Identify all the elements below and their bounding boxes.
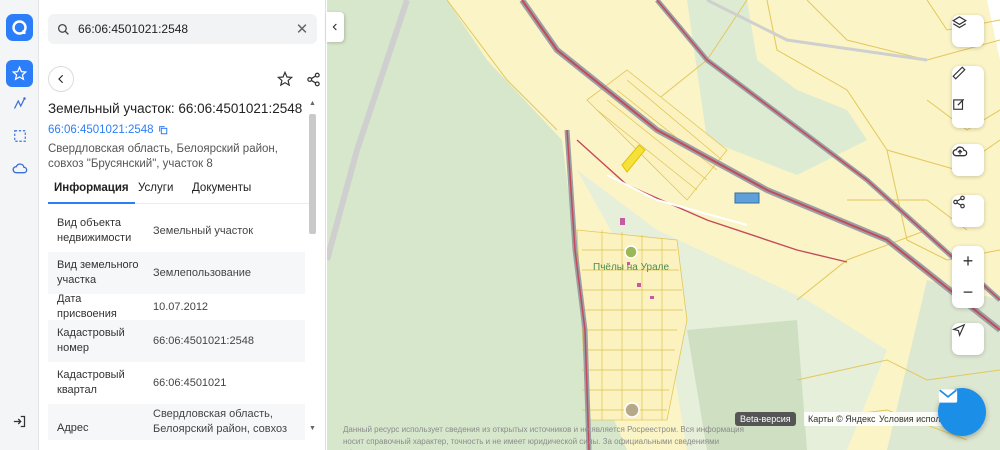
favorite-button[interactable]	[272, 66, 298, 92]
scroll-thumb[interactable]	[309, 114, 316, 234]
feedback-button[interactable]	[938, 388, 986, 436]
layers-button[interactable]	[952, 15, 984, 47]
tab-documents[interactable]: Документы	[186, 180, 257, 204]
app-logo-icon[interactable]	[6, 14, 33, 41]
edit-icon	[953, 98, 965, 110]
zoom-in-button[interactable]: +	[952, 246, 984, 277]
map-share-button[interactable]	[952, 195, 984, 227]
cloud-upload-icon	[952, 146, 968, 157]
selected-parcel	[621, 144, 646, 173]
navigation-arrow-icon	[952, 323, 966, 337]
table-row: Адрес Свердловская область, Белоярский р…	[48, 404, 305, 440]
poi-icon	[624, 402, 640, 418]
share-icon	[306, 72, 320, 86]
tab-services[interactable]: Услуги	[132, 180, 179, 204]
info-table: Вид объекта недвижимости Земельный участ…	[48, 210, 305, 440]
cadastral-number-text: 66:06:4501021:2548	[48, 124, 154, 136]
login-rail-button[interactable]	[6, 408, 33, 435]
mail-icon	[938, 389, 958, 403]
route-icon	[13, 97, 26, 109]
ruler-button[interactable]	[952, 66, 984, 97]
tab-information[interactable]: Информация	[48, 180, 135, 204]
beta-badge: Beta-версия	[735, 412, 796, 426]
cloud-rail-button[interactable]	[6, 154, 33, 181]
app-root: ✕ Земельный участок: 66:06:4501021:2548 …	[0, 0, 1000, 450]
yandex-attribution[interactable]: Карты © Яндекс	[804, 412, 880, 426]
table-row: Кадастровый квартал 66:06:4501021	[57, 369, 227, 396]
panel-header	[48, 66, 320, 92]
edit-button[interactable]	[952, 97, 984, 128]
upload-button[interactable]	[952, 144, 984, 176]
star-icon	[12, 66, 27, 81]
login-icon	[13, 415, 26, 428]
map-disclaimer: Данный ресурс использует сведения из отк…	[343, 425, 744, 450]
info-panel: ✕ Земельный участок: 66:06:4501021:2548 …	[39, 0, 326, 450]
forest-area	[987, 0, 1000, 60]
cadastral-number-link[interactable]: 66:06:4501021:2548	[48, 124, 168, 136]
share-button[interactable]	[300, 66, 326, 92]
left-rail	[0, 0, 39, 450]
table-row: Вид объекта недвижимости Земельный участ…	[57, 217, 254, 244]
cloud-icon	[12, 162, 27, 173]
table-row: Вид земельного участка Землепользование	[48, 252, 305, 294]
zoom-controls: + −	[952, 246, 984, 308]
star-outline-icon	[277, 71, 293, 87]
map-view[interactable]: Пчёлы на Урале + − Данный ресурс использ…	[327, 0, 1000, 450]
select-area-rail-button[interactable]	[6, 122, 33, 149]
route-rail-button[interactable]	[6, 90, 33, 117]
map-place-label: Пчёлы на Урале	[593, 262, 670, 273]
search-box: ✕	[48, 14, 317, 44]
map-canvas	[327, 0, 1000, 450]
measure-tools	[952, 66, 984, 128]
table-row: Кадастровый номер 66:06:4501021:2548	[48, 320, 305, 362]
select-area-icon	[13, 129, 26, 142]
tab-bar: Информация Услуги Документы	[48, 180, 310, 204]
page-title: Земельный участок: 66:06:4501021:2548	[48, 101, 303, 116]
copy-icon[interactable]	[158, 125, 168, 135]
collapse-panel-button[interactable]	[326, 12, 344, 42]
search-input[interactable]	[78, 22, 288, 36]
locate-button[interactable]	[952, 323, 984, 355]
panel-scrollbar[interactable]: ▲ ▼	[307, 100, 318, 436]
parcel-address: Свердловская область, Белоярский район, …	[48, 143, 278, 170]
favorites-rail-button[interactable]	[6, 60, 33, 87]
poi-icon	[624, 245, 638, 259]
search-icon	[48, 23, 78, 36]
table-row: Дата присвоения 10.07.2012	[57, 293, 209, 320]
scroll-up-icon[interactable]: ▲	[307, 100, 318, 111]
layers-icon	[952, 16, 967, 29]
scroll-down-icon[interactable]: ▼	[307, 425, 318, 436]
share-icon	[953, 195, 965, 209]
zoom-out-button[interactable]: −	[952, 277, 984, 308]
station-marker	[734, 192, 760, 204]
clear-search-icon[interactable]: ✕	[288, 20, 316, 38]
chevron-left-icon	[58, 74, 64, 84]
ruler-icon	[952, 66, 966, 80]
back-button[interactable]	[48, 66, 74, 92]
chevron-left-icon	[332, 23, 337, 31]
